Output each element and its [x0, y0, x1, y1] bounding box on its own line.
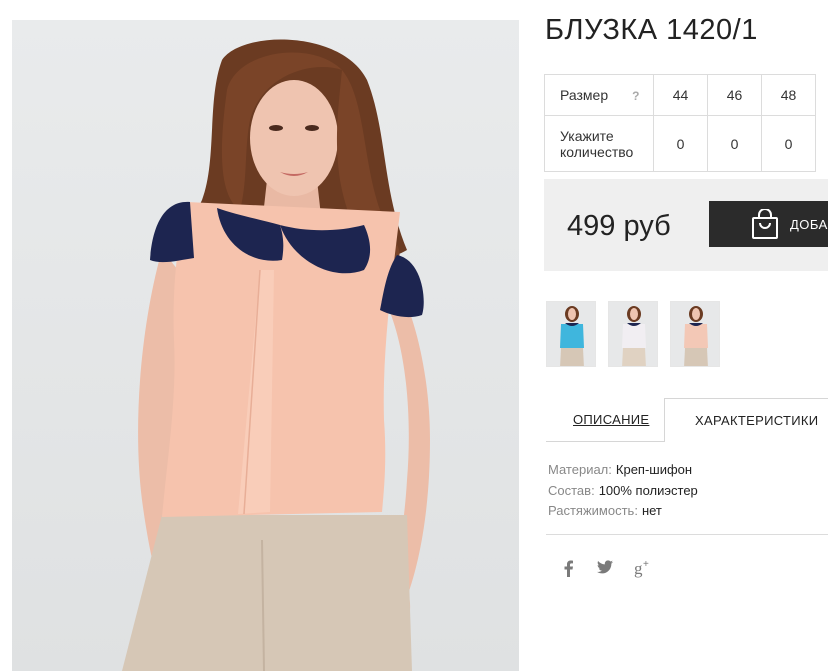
characteristic-key: Состав:: [548, 482, 595, 498]
facebook-icon[interactable]: [562, 560, 574, 577]
characteristic-key: Материал:: [548, 462, 612, 477]
divider: [546, 534, 828, 535]
size-label-cell: Размер?: [544, 74, 654, 116]
quantity-input-44[interactable]: 0: [653, 115, 708, 172]
thumbnail-peach-image: [684, 306, 708, 366]
thumbnail-white-image: [622, 306, 646, 366]
quantity-input-46[interactable]: 0: [707, 115, 762, 172]
price-box: 499 руб ДОБАВИТЬ: [544, 179, 828, 271]
characteristic-row: Материал: Креп-шифон: [548, 460, 698, 481]
product-title: БЛУЗКА 1420/1: [545, 14, 758, 46]
characteristic-value: Креп-шифон: [615, 462, 693, 477]
characteristic-row: Растяжимость: нет: [548, 501, 698, 522]
size-label: Размер: [560, 87, 609, 103]
characteristics-list: Материал: Креп-шифон Состав: 100% полиэсте…: [548, 460, 698, 522]
size-46: 46: [707, 74, 762, 116]
characteristic-value: нет: [641, 503, 662, 518]
add-to-cart-button[interactable]: ДОБАВИТЬ: [709, 201, 828, 247]
tab-description-label: ОПИСАНИЕ: [573, 412, 650, 427]
thumbnail-white[interactable]: [608, 301, 658, 367]
characteristic-value: 100% полиэстер: [598, 482, 698, 498]
size-help-icon[interactable]: ?: [632, 89, 639, 103]
thumbnail-blue[interactable]: [546, 301, 596, 367]
quantity-label-line2: количество: [560, 143, 634, 160]
quantity-label-line1: Укажите: [560, 127, 614, 144]
twitter-icon[interactable]: [597, 560, 613, 574]
characteristic-key: Растяжимость:: [548, 503, 638, 518]
price: 499 руб: [567, 210, 671, 242]
size-48: 48: [761, 74, 816, 116]
size-table: Размер? 44 46 48 Укажите количество 0 0 …: [544, 74, 816, 172]
characteristic-row: Состав: 100% полиэстер: [548, 481, 698, 502]
add-to-cart-label: ДОБАВИТЬ: [790, 216, 828, 232]
quantity-label: Укажите количество: [544, 115, 654, 172]
google-plus-icon[interactable]: g +: [634, 558, 654, 578]
tab-characteristics-label: ХАРАКТЕРИСТИКИ: [695, 413, 819, 428]
product-tabs: ОПИСАНИЕ ХАРАКТЕРИСТИКИ: [546, 398, 828, 442]
svg-text:+: +: [643, 559, 649, 570]
thumbnail-blue-image: [560, 306, 584, 366]
tab-characteristics[interactable]: ХАРАКТЕРИСТИКИ: [664, 398, 828, 442]
svg-text:g: g: [634, 559, 643, 578]
product-photo[interactable]: [12, 20, 519, 671]
quantity-input-48[interactable]: 0: [761, 115, 816, 172]
product-photo-illustration: [122, 39, 430, 671]
thumbnail-peach[interactable]: [670, 301, 720, 367]
size-44: 44: [653, 74, 708, 116]
shopping-bag-icon: [752, 209, 778, 239]
tab-description[interactable]: ОПИСАНИЕ: [546, 398, 664, 442]
